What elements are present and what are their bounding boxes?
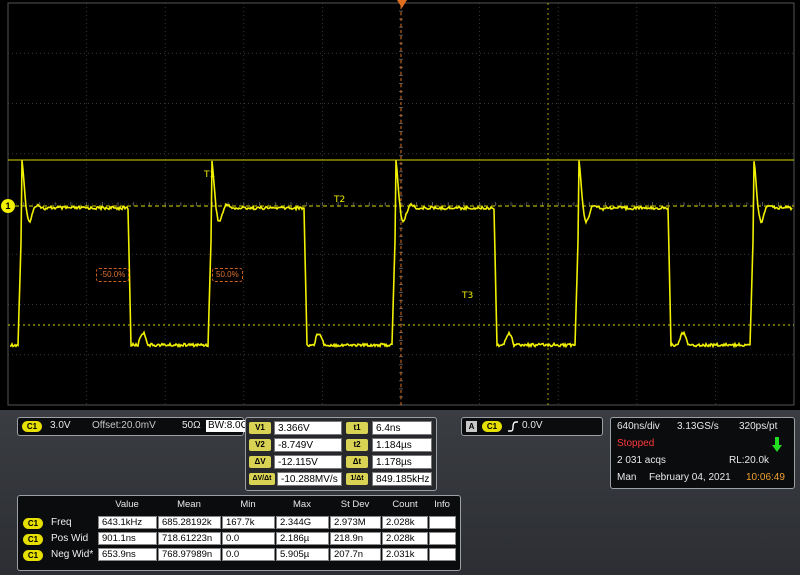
cursor-v1-value: 3.366V — [274, 421, 342, 435]
record-length: RL:20.0k — [729, 455, 770, 466]
freq-count: 2.028k — [382, 516, 428, 529]
cursor-readout-panel[interactable]: V1 3.366V V2 -8.749V ΔV -12.115V ΔV/Δt -… — [245, 417, 437, 491]
freq-mean: 685.28192k — [158, 516, 221, 529]
date: February 04, 2021 — [649, 472, 731, 483]
header-mean: Mean — [177, 499, 201, 510]
trigger-a-badge: A — [466, 421, 477, 432]
row-name-freq: Freq — [51, 517, 72, 528]
cursor-t1-label: T1 — [204, 170, 216, 180]
header-info: Info — [434, 499, 450, 510]
poswid-stdev: 218.9n — [330, 532, 381, 545]
acquisition-status[interactable]: 640ns/div 3.13GS/s 320ps/pt Stopped 2 03… — [610, 417, 795, 489]
bandwidth-value: W:8.0G — [214, 420, 249, 431]
cursor-percent-label-2: 50.0% — [212, 268, 243, 282]
channel-1-marker-label: 1 — [5, 201, 11, 211]
cursor-v1-badge: V1 — [249, 422, 271, 434]
negwid-stdev: 207.7n — [330, 548, 381, 561]
cursor-inv-dt-badge: 1/Δt — [346, 473, 368, 485]
trigger-position-icon[interactable] — [397, 0, 407, 8]
negwid-info — [429, 548, 456, 561]
cursor-t2-value: 1.184µs — [372, 438, 432, 452]
cursor-v2-value: -8.749V — [274, 438, 342, 452]
poswid-min: 0.0 — [222, 532, 275, 545]
freq-value: 643.1kHz — [98, 516, 157, 529]
poswid-count: 2.028k — [382, 532, 428, 545]
trigger-status-arrow-icon — [772, 437, 782, 452]
row-channel-badge: C1 — [23, 550, 43, 561]
header-count: Count — [392, 499, 418, 510]
negwid-mean: 768.97989n — [158, 548, 221, 561]
cursor-v2-badge: V2 — [249, 439, 271, 451]
timebase: 640ns/div — [617, 421, 660, 432]
bandwidth-limit: BW:8.0G — [206, 420, 251, 432]
bandwidth-prefix: B — [208, 420, 215, 431]
header-min: Min — [240, 499, 256, 510]
measurement-table[interactable]: Value Mean Min Max St Dev Count Info C1 … — [17, 495, 461, 571]
acquisition-mode: Man — [617, 472, 637, 483]
waveform-display[interactable]: T1 T2 T3 -50.0% 50.0% 1 — [0, 0, 800, 410]
cursor-dv-value: -12.115V — [274, 455, 342, 469]
cursor-t2-label: T2 — [334, 195, 346, 205]
negwid-value: 653.9ns — [98, 548, 157, 561]
clock-time: 10:06:49 — [746, 472, 785, 483]
poswid-max: 2.186µ — [276, 532, 329, 545]
cursor-percent-label-1: -50.0% — [96, 268, 130, 282]
cursor-inv-dt-value: 849.185kHz — [372, 472, 432, 486]
cursor-dt-value: 1.178µs — [372, 455, 432, 469]
input-impedance: 50Ω — [182, 420, 201, 431]
freq-stdev: 2.973M — [330, 516, 381, 529]
channel-1-ground-marker[interactable]: 1 — [1, 199, 15, 213]
header-max: Max — [293, 499, 311, 510]
header-stdev: St Dev — [340, 499, 370, 510]
cursor-dvdt-value: -10.288MV/s — [277, 472, 342, 486]
poswid-mean: 718.61223n — [158, 532, 221, 545]
negwid-max: 5.905µ — [276, 548, 329, 561]
cursor-dt-badge: Δt — [346, 456, 368, 468]
freq-min: 167.7k — [222, 516, 275, 529]
header-value: Value — [115, 499, 139, 510]
cursor-t1-badge: t1 — [346, 422, 368, 434]
freq-max: 2.344G — [276, 516, 329, 529]
acquisition-count: 2 031 acqs — [617, 455, 666, 466]
vertical-offset: Offset:20.0mV — [92, 420, 156, 431]
cursor-dvdt-badge: ΔV/Δt — [249, 473, 275, 485]
freq-info — [429, 516, 456, 529]
poswid-value: 901.1ns — [98, 532, 157, 545]
resolution: 320ps/pt — [739, 421, 778, 432]
trigger-source-badge: C1 — [482, 421, 502, 432]
negwid-min: 0.0 — [222, 548, 275, 561]
row-name-neg-wid: Neg Wid* — [51, 549, 94, 560]
waveform-graticule — [7, 0, 795, 406]
poswid-info — [429, 532, 456, 545]
rising-edge-icon — [508, 421, 518, 432]
cursor-t1-value: 6.4ns — [372, 421, 432, 435]
cursor-t2-badge: t2 — [346, 439, 368, 451]
row-channel-badge: C1 — [23, 518, 43, 529]
run-state: Stopped — [617, 438, 655, 449]
vertical-scale: 3.0V — [50, 420, 71, 431]
status-panel: C1 3.0V Offset:20.0mV 50Ω BW:8.0G V1 3.3… — [0, 410, 800, 575]
cursor-t3-label: T3 — [462, 291, 474, 301]
sample-rate: 3.13GS/s — [677, 421, 719, 432]
trigger-settings[interactable]: A C1 0.0V — [461, 417, 603, 436]
channel-1-settings[interactable]: C1 3.0V Offset:20.0mV 50Ω BW:8.0G — [17, 417, 251, 436]
row-channel-badge: C1 — [23, 534, 43, 545]
cursor-dv-badge: ΔV — [249, 456, 271, 468]
row-name-pos-wid: Pos Wid — [51, 533, 89, 544]
negwid-count: 2.031k — [382, 548, 428, 561]
channel-1-badge: C1 — [22, 421, 42, 432]
trigger-level: 0.0V — [522, 420, 543, 431]
